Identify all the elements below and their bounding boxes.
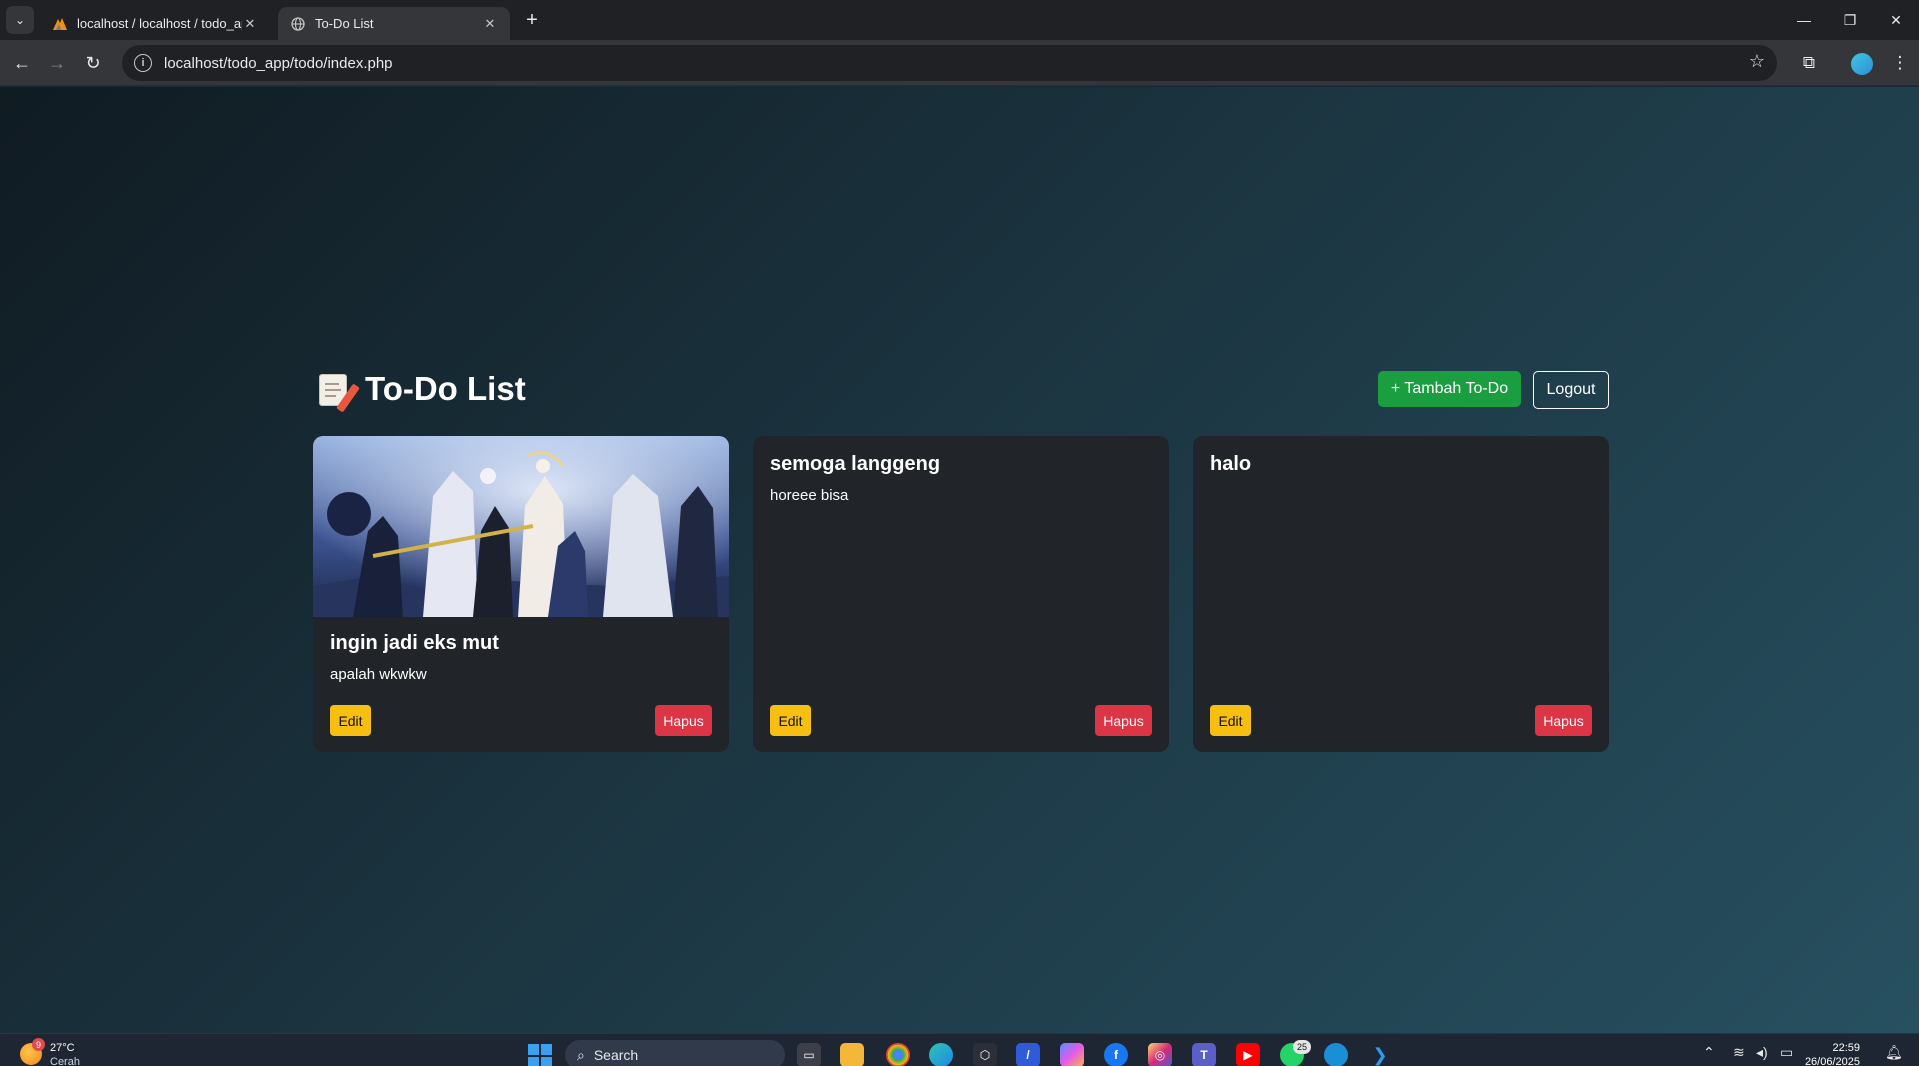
menu-kebab-icon[interactable]: ⋮: [1885, 48, 1915, 78]
todo-card: semoga langgeng horeee bisa Edit Hapus: [753, 436, 1169, 752]
instagram-icon[interactable]: ◎: [1148, 1043, 1172, 1066]
taskbar-search[interactable]: ⌕ Search: [565, 1040, 785, 1066]
add-todo-button[interactable]: + Tambah To-Do: [1378, 371, 1521, 407]
browser-tab-strip: ⌄ localhost / localhost / todo_app ✕ To-…: [0, 0, 1919, 40]
window-close-icon[interactable]: ✕: [1873, 0, 1919, 40]
whatsapp-badge: 25: [1293, 1040, 1311, 1054]
todo-container: To-Do List + Tambah To-Do Logout ingin j…: [313, 87, 1609, 1033]
delete-button[interactable]: Hapus: [1095, 705, 1152, 736]
restore-icon[interactable]: ❐: [1827, 0, 1873, 40]
todo-title: semoga langgeng: [770, 453, 941, 475]
youtube-icon[interactable]: ▶: [1236, 1043, 1260, 1066]
clock-date[interactable]: 26/06/2025: [1800, 1056, 1860, 1066]
windows-start-icon[interactable]: [528, 1044, 552, 1066]
tab-search-chevron-icon[interactable]: ⌄: [6, 6, 34, 34]
todo-description: apalah wkwkw: [330, 666, 427, 683]
chrome-icon[interactable]: [886, 1043, 910, 1066]
wifi-icon[interactable]: ≋: [1733, 1044, 1745, 1061]
vscode-icon[interactable]: ❯: [1368, 1043, 1392, 1066]
close-icon[interactable]: ✕: [482, 16, 498, 32]
site-info-icon[interactable]: i: [134, 54, 152, 72]
search-label: Search: [593, 1047, 639, 1063]
todo-title: halo: [1210, 453, 1252, 475]
phpmyadmin-icon: [52, 16, 68, 32]
page-title: To-Do List: [365, 370, 526, 407]
search-icon: ⌕: [577, 1046, 585, 1063]
profile-avatar[interactable]: [1851, 53, 1873, 75]
weather-temperature[interactable]: 27°C: [50, 1042, 75, 1054]
todo-title: ingin jadi eks mut: [330, 632, 499, 654]
app-bird-icon[interactable]: [1324, 1043, 1348, 1066]
tab-title: localhost / localhost / todo_app: [77, 16, 242, 31]
task-view-icon[interactable]: ▭: [797, 1043, 821, 1066]
file-explorer-icon[interactable]: [840, 1043, 864, 1066]
os-taskbar: 9 27°C Cerah ⌕ Search ▭ ⬡ / f ◎ T ▶ 25 ❯…: [0, 1033, 1919, 1066]
browser-toolbar: ← → ↻ i localhost/todo_app/todo/index.ph…: [0, 40, 1919, 86]
copilot-icon[interactable]: [1060, 1043, 1084, 1066]
memo-icon: [319, 374, 360, 413]
todo-image: [313, 436, 729, 617]
todo-card: halo Edit Hapus: [1193, 436, 1609, 752]
speaker-icon[interactable]: ◂): [1756, 1044, 1768, 1061]
bookmark-star-icon[interactable]: ☆: [1749, 51, 1765, 72]
edge-icon[interactable]: [929, 1043, 953, 1066]
tab-phpmyadmin[interactable]: localhost / localhost / todo_app ✕: [40, 7, 270, 40]
clock-time[interactable]: 22:59: [1800, 1042, 1860, 1054]
extensions-puzzle-icon[interactable]: ⧉: [1794, 48, 1824, 78]
address-url[interactable]: localhost/todo_app/todo/index.php: [164, 55, 393, 72]
edit-button[interactable]: Edit: [330, 705, 371, 736]
tab-title: To-Do List: [315, 16, 374, 31]
battery-icon[interactable]: ▭: [1780, 1044, 1793, 1061]
reload-icon[interactable]: ↻: [77, 47, 109, 79]
chevron-up-icon[interactable]: ⌃: [1703, 1044, 1715, 1061]
notification-bell-icon[interactable]: 🔔︎: [1885, 1044, 1903, 1061]
page-header: To-Do List + Tambah To-Do Logout: [313, 367, 1609, 417]
todo-description: horeee bisa: [770, 487, 849, 504]
forward-arrow-icon[interactable]: →: [41, 47, 73, 79]
delete-button[interactable]: Hapus: [1535, 705, 1592, 736]
back-arrow-icon[interactable]: ←: [6, 47, 38, 79]
edit-button[interactable]: Edit: [770, 705, 811, 736]
todo-card: ingin jadi eks mut apalah wkwkw Edit Hap…: [313, 436, 729, 752]
address-bar[interactable]: i localhost/todo_app/todo/index.php ☆: [122, 45, 1777, 81]
minimize-icon[interactable]: —: [1781, 0, 1827, 40]
tab-todo-list[interactable]: To-Do List ✕: [278, 7, 510, 40]
app-pen-icon[interactable]: /: [1016, 1043, 1040, 1066]
close-icon[interactable]: ✕: [242, 16, 258, 32]
teams-icon[interactable]: T: [1192, 1043, 1216, 1066]
delete-button[interactable]: Hapus: [655, 705, 712, 736]
facebook-icon[interactable]: f: [1104, 1043, 1128, 1066]
page-background: To-Do List + Tambah To-Do Logout ingin j…: [0, 87, 1919, 1033]
logout-button[interactable]: Logout: [1533, 371, 1609, 409]
weather-condition[interactable]: Cerah: [50, 1056, 80, 1066]
globe-icon: [290, 16, 306, 32]
new-tab-plus-icon[interactable]: +: [520, 8, 544, 32]
weather-badge: 9: [32, 1038, 45, 1051]
edit-button[interactable]: Edit: [1210, 705, 1251, 736]
app-hexagon-icon[interactable]: ⬡: [973, 1043, 997, 1066]
